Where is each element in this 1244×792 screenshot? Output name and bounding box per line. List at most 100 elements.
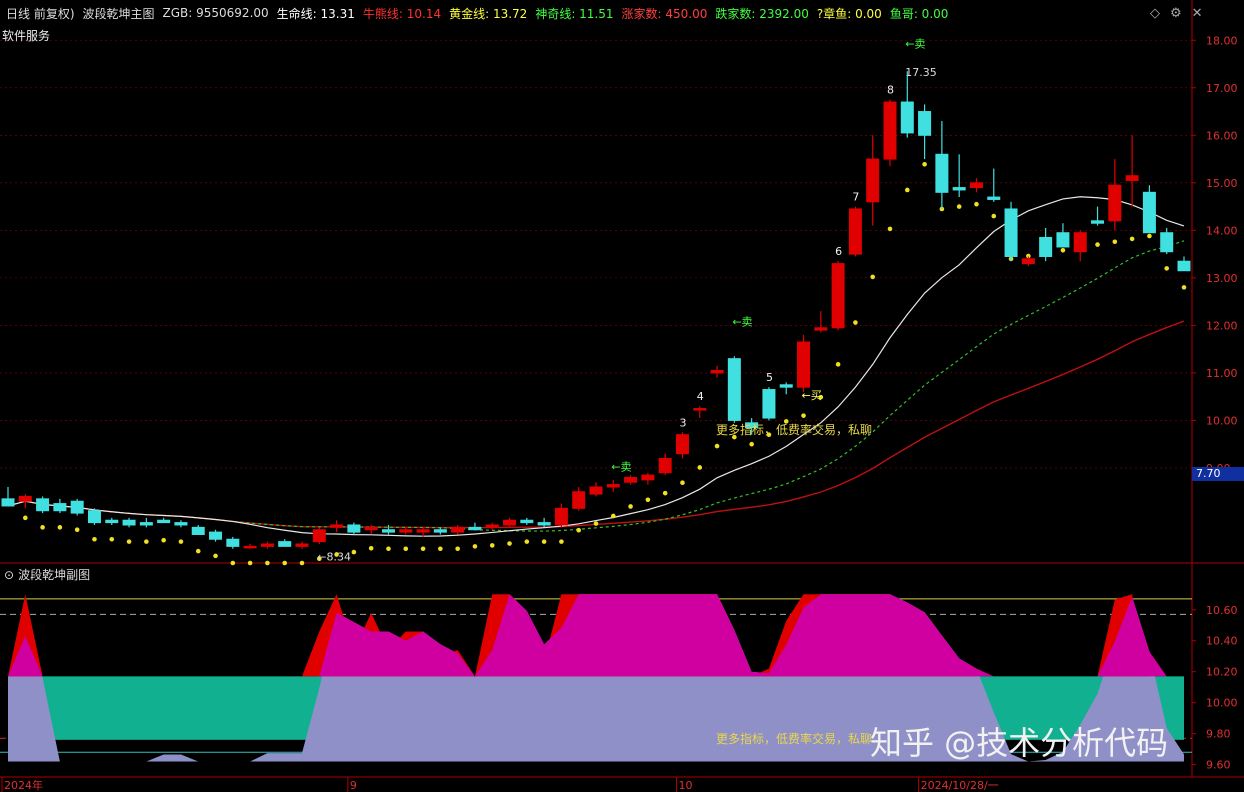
- y-tick-label-2: 16.00: [1206, 129, 1238, 142]
- candle-body-39: [675, 434, 689, 455]
- count-label-4: 7: [852, 191, 859, 204]
- candle-body-60: [1039, 236, 1053, 257]
- trail-dot-50: [870, 274, 876, 280]
- candle-body-66: [1142, 191, 1156, 234]
- sub-magenta-area: [8, 594, 1184, 677]
- trail-dot-34: [593, 521, 599, 526]
- candle-body-40: [693, 408, 707, 411]
- trail-dot-15: [265, 560, 270, 566]
- header-item-5: 黄金线: 13.72: [449, 6, 528, 21]
- chart-canvas: 18.00 17.00 16.00 15.00 14.00 13.00 12.00 11.00…: [0, 0, 1244, 792]
- candle-body-64: [1108, 184, 1122, 222]
- trail-dot-64: [1112, 239, 1118, 245]
- trail-dot-1: [22, 515, 28, 521]
- candle-body-56: [969, 182, 983, 189]
- trail-dot-26: [455, 546, 460, 552]
- candle-body-68: [1177, 260, 1191, 272]
- candle-body-50: [866, 158, 880, 203]
- y-tick-label-8: 10.00: [1206, 414, 1238, 427]
- trail-dot-2: [40, 525, 45, 530]
- trail-dot-31: [541, 539, 547, 544]
- signal-label-1: ←卖: [732, 315, 752, 328]
- y-tick-label-0: 18.00: [1206, 34, 1238, 47]
- candle-body-59: [1021, 258, 1035, 265]
- trail-dot-36: [628, 504, 633, 509]
- candle-body-2: [36, 498, 50, 512]
- candle-body-19: [330, 524, 344, 528]
- trail-dot-43: [749, 441, 754, 447]
- header-item-6: 神奇线: 11.51: [535, 6, 614, 21]
- trail-dot-48: [835, 362, 841, 367]
- candle-body-27: [468, 526, 482, 531]
- close-icon[interactable]: ✕: [1192, 6, 1203, 21]
- candle-body-11: [191, 526, 205, 535]
- candle-body-15: [260, 543, 274, 547]
- candle-body-26: [451, 526, 465, 533]
- diamond-icon[interactable]: ◇: [1150, 6, 1160, 21]
- trail-dot-6: [109, 536, 115, 542]
- x-tick-label-2: 10: [678, 779, 692, 792]
- candle-body-8: [139, 522, 153, 526]
- candle-body-18: [312, 529, 326, 543]
- y-tick-label-6: 12.00: [1206, 319, 1238, 332]
- count-label-5: 8: [887, 84, 894, 97]
- sub-y-tick-label-4: 9.80: [1206, 728, 1231, 741]
- candle-body-5: [87, 510, 101, 524]
- chevron-down-icon[interactable]: ⊙: [4, 568, 14, 582]
- candle-body-14: [243, 545, 257, 549]
- trail-dot-40: [697, 465, 703, 470]
- candle-body-4: [70, 500, 84, 514]
- sub-title-label: 波段乾坤副图: [18, 568, 91, 582]
- candle-body-3: [53, 503, 67, 512]
- trail-dot-14: [247, 560, 253, 566]
- candle-body-23: [399, 529, 413, 533]
- candle-body-30: [520, 519, 534, 524]
- candle-body-48: [831, 263, 845, 329]
- count-label-2: 5: [766, 371, 773, 384]
- trail-dot-4: [74, 527, 80, 533]
- header-item-2: ZGB: 9550692.00: [162, 6, 269, 20]
- trail-dot-29: [507, 541, 512, 546]
- candle-body-54: [935, 153, 949, 193]
- candle-body-36: [624, 476, 638, 483]
- candle-body-58: [1004, 208, 1018, 257]
- trail-dot-8: [144, 539, 149, 544]
- window-controls[interactable]: ◇ ⚙ ✕: [1150, 6, 1203, 21]
- candle-body-12: [209, 531, 223, 540]
- trail-dot-30: [524, 539, 530, 544]
- candle-body-62: [1073, 232, 1087, 253]
- candle-body-35: [606, 484, 620, 488]
- indicator-header: 日线 前复权) 波段乾坤主图 ZGB: 9550692.00 生命线: 13.31 牛熊…: [0, 0, 1198, 26]
- candle-body-34: [589, 486, 603, 495]
- candle-body-25: [433, 529, 447, 533]
- software-service-label[interactable]: 软件服务: [2, 27, 50, 44]
- ma-red-line: [7, 320, 1185, 529]
- y-tick-label-4: 14.00: [1206, 224, 1238, 237]
- signal-label-0: ←卖: [611, 460, 631, 473]
- candle-body-57: [987, 196, 1001, 200]
- trail-dot-49: [853, 320, 858, 325]
- header-item-1: 波段乾坤主图: [82, 6, 155, 21]
- promo-text-sub: 更多指标，低费率交易，私聊: [716, 732, 873, 746]
- trail-dot-32: [559, 539, 564, 544]
- candle-body-31: [537, 522, 551, 526]
- trail-dot-28: [489, 543, 495, 548]
- candle-body-32: [554, 507, 568, 526]
- sub-y-tick-label-0: 10.60: [1206, 604, 1238, 617]
- trail-dot-12: [213, 553, 218, 559]
- candle-body-45: [779, 384, 793, 388]
- candle-body-55: [952, 187, 966, 191]
- candle-body-47: [814, 327, 828, 331]
- trail-dot-39: [680, 480, 685, 485]
- candle-body-16: [278, 541, 292, 547]
- candle-body-46: [797, 341, 811, 388]
- y-tick-label-3: 15.00: [1206, 177, 1238, 190]
- count-label-1: 4: [697, 390, 704, 403]
- sub-y-tick-label-5: 9.60: [1206, 759, 1231, 772]
- candle-body-7: [122, 519, 136, 526]
- candle-body-28: [485, 524, 499, 528]
- trail-dot-65: [1129, 236, 1135, 242]
- gear-icon[interactable]: ⚙: [1170, 6, 1182, 21]
- x-tick-label-1: 9: [350, 779, 357, 792]
- candle-body-20: [347, 524, 361, 533]
